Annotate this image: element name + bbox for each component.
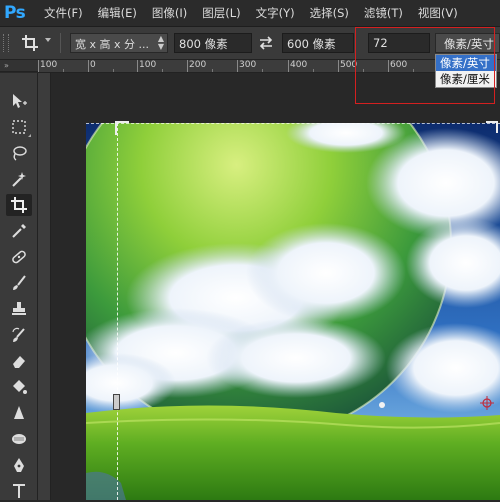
ruler-tick: [388, 60, 389, 72]
lasso-icon[interactable]: [6, 142, 32, 164]
crop-boundary-left: [117, 123, 118, 500]
options-bar: 宽 x 高 x 分 ... ▲ ▼ 800 像素 600 像素 72 像素/英寸: [0, 27, 500, 60]
ruler-tick: [63, 69, 64, 72]
resolution-field[interactable]: 72: [368, 33, 430, 53]
ruler-tick-label: 0: [90, 60, 96, 70]
ruler-tick-label: 300: [239, 60, 257, 70]
eyedropper-icon[interactable]: [6, 220, 32, 242]
menu-type[interactable]: 文字(Y): [256, 5, 295, 21]
dodge-icon[interactable]: [6, 428, 32, 450]
type-icon[interactable]: [6, 480, 32, 502]
tool-preset-caret-icon[interactable]: [45, 38, 51, 42]
move-icon[interactable]: [6, 90, 32, 112]
width-field[interactable]: 800 像素: [174, 33, 252, 53]
history-brush-icon[interactable]: [6, 324, 32, 346]
ratio-select[interactable]: 宽 x 高 x 分 ... ▲ ▼: [70, 33, 168, 53]
ruler-tick: [413, 69, 414, 72]
ruler-tick: [88, 60, 89, 72]
menu-layer[interactable]: 图层(L): [202, 5, 240, 21]
ratio-select-label: 宽 x 高 x 分 ...: [75, 38, 149, 51]
crop-handle-middle-left[interactable]: [113, 394, 120, 410]
eraser-icon[interactable]: [6, 350, 32, 372]
ruler-tick: [288, 60, 289, 72]
sky-planet-meadow-image[interactable]: [86, 123, 500, 500]
healing-brush-icon[interactable]: [6, 246, 32, 268]
ruler-tick-label: 100: [40, 60, 58, 70]
ruler-tick: [38, 60, 39, 72]
crop-center-target-icon[interactable]: [480, 395, 494, 410]
clone-stamp-icon[interactable]: [6, 298, 32, 320]
blur-icon[interactable]: [6, 402, 32, 424]
unit-option-pixels-per-inch[interactable]: 像素/英寸: [436, 55, 496, 71]
unit-option-pixels-per-cm[interactable]: 像素/厘米: [436, 71, 496, 87]
crop-handle-top-right[interactable]: [486, 121, 498, 133]
tools-panel: [0, 73, 38, 500]
panel-collapse-tab[interactable]: »: [0, 60, 38, 72]
magic-wand-icon[interactable]: [6, 168, 32, 190]
pen-icon[interactable]: [6, 454, 32, 476]
ruler-tick: [137, 60, 138, 72]
options-bar-grip[interactable]: [3, 34, 9, 52]
separator: [60, 33, 61, 53]
tool-flyout-indicator: [28, 134, 31, 137]
brush-icon[interactable]: [6, 272, 32, 294]
ruler-tick-label: 400: [290, 60, 308, 70]
resolution-unit-dropdown: 像素/英寸 像素/厘米: [435, 54, 497, 88]
ruler-tick: [237, 60, 238, 72]
menu-bar: Ps 文件(F) 编辑(E) 图像(I) 图层(L) 文字(Y) 选择(S) 滤…: [0, 0, 500, 27]
resolution-unit-select[interactable]: 像素/英寸: [435, 33, 500, 53]
crop-icon[interactable]: [6, 194, 32, 216]
height-field[interactable]: 600 像素: [282, 33, 354, 53]
menu-filter[interactable]: 滤镜(T): [364, 5, 403, 21]
ruler-tick: [338, 60, 339, 72]
menu-edit[interactable]: 编辑(E): [98, 5, 137, 21]
menu-file[interactable]: 文件(F): [44, 5, 83, 21]
menu-image[interactable]: 图像(I): [152, 5, 187, 21]
photoshop-logo: Ps: [4, 3, 26, 23]
ruler-tick: [262, 69, 263, 72]
ruler-tick: [113, 69, 114, 72]
crop-handle-top-left[interactable]: [115, 121, 129, 135]
paint-bucket-icon[interactable]: [6, 376, 32, 398]
vertical-ruler: [38, 73, 51, 500]
ruler-tick: [313, 69, 314, 72]
ruler-tick: [212, 69, 213, 72]
ruler-tick: [187, 60, 188, 72]
crop-boundary-top: [86, 123, 500, 124]
ruler-tick-label: 100: [139, 60, 157, 70]
ruler-tick: [363, 69, 364, 72]
crop-icon[interactable]: [20, 33, 42, 53]
ruler-tick-label: 500: [340, 60, 358, 70]
ruler-tick-label: 600: [390, 60, 408, 70]
updown-arrows-icon: ▲ ▼: [157, 34, 164, 51]
ruler-tick: [162, 69, 163, 72]
swap-arrows-icon[interactable]: [258, 35, 274, 51]
horizontal-ruler: 100 0 100 200 300 400 500 600: [38, 60, 500, 73]
marquee-icon[interactable]: [6, 116, 32, 138]
menu-view[interactable]: 视图(V): [418, 5, 458, 21]
menu-select[interactable]: 选择(S): [310, 5, 349, 21]
ruler-tick-label: 200: [189, 60, 207, 70]
